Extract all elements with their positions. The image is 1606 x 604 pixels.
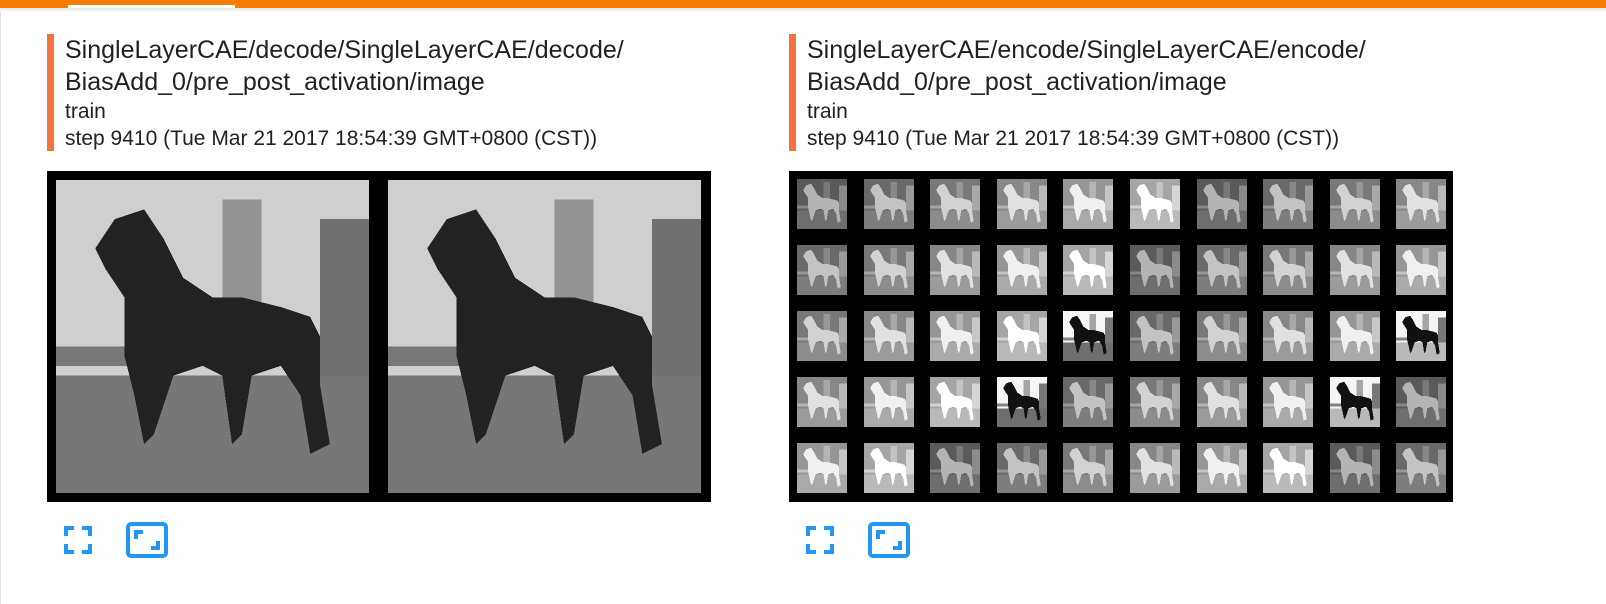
card-actions <box>804 521 910 559</box>
run-name: train <box>807 100 848 123</box>
feature-map-tile <box>864 245 914 295</box>
fullscreen-icon[interactable] <box>804 521 836 559</box>
card-title-line2: BiasAdd_0/pre_post_activation/image <box>807 68 1227 96</box>
fullscreen-icon[interactable] <box>62 521 94 559</box>
feature-map-tile <box>1263 443 1313 493</box>
step-info: step 9410 (Tue Mar 21 2017 18:54:39 GMT+… <box>65 127 598 150</box>
step-info: step 9410 (Tue Mar 21 2017 18:54:39 GMT+… <box>807 127 1340 150</box>
feature-map-tile <box>1063 179 1113 229</box>
feature-map-tile <box>864 443 914 493</box>
feature-map-tile <box>997 245 1047 295</box>
feature-map-tile <box>997 443 1047 493</box>
feature-map-tile <box>1130 179 1180 229</box>
feature-map-tile <box>1396 179 1446 229</box>
feature-map-tile <box>930 245 980 295</box>
feature-map-tile <box>1130 245 1180 295</box>
card-header: SingleLayerCAE/encode/SingleLayerCAE/enc… <box>789 34 1366 151</box>
feature-map-tile <box>1330 179 1380 229</box>
feature-map-tile <box>1396 377 1446 427</box>
feature-map-tile <box>930 179 980 229</box>
feature-map-tile <box>997 179 1047 229</box>
feature-map-tile <box>930 311 980 361</box>
feature-map-tile <box>930 377 980 427</box>
decoded-image-2 <box>388 180 701 493</box>
feature-map-tile <box>1396 245 1446 295</box>
feature-map-tile <box>864 179 914 229</box>
decoded-image-panel <box>47 171 711 502</box>
card-title-line1: SingleLayerCAE/encode/SingleLayerCAE/enc… <box>807 36 1366 64</box>
top-shadow <box>0 8 1606 12</box>
feature-map-tile <box>1197 179 1247 229</box>
feature-map-tile <box>1263 179 1313 229</box>
feature-map-tile <box>997 377 1047 427</box>
feature-map-tile <box>1263 311 1313 361</box>
left-divider <box>0 12 1 604</box>
encoded-feature-grid <box>789 171 1453 502</box>
feature-map-tile <box>1197 245 1247 295</box>
feature-map-tile <box>1197 443 1247 493</box>
card-actions <box>62 521 168 559</box>
feature-map-tile <box>1063 443 1113 493</box>
image-card-encode: SingleLayerCAE/encode/SingleLayerCAE/enc… <box>789 34 1453 558</box>
feature-map-tile <box>1063 377 1113 427</box>
decoded-image-1 <box>56 180 369 493</box>
feature-map-tile <box>997 311 1047 361</box>
feature-map-tile <box>1263 377 1313 427</box>
feature-map-tile <box>1197 311 1247 361</box>
feature-map-tile <box>1130 443 1180 493</box>
feature-map-tile <box>1130 311 1180 361</box>
feature-map-tile <box>1197 377 1247 427</box>
feature-map-tile <box>797 179 847 229</box>
run-name: train <box>65 100 106 123</box>
feature-map-tile <box>864 311 914 361</box>
feature-map-tile <box>1263 245 1313 295</box>
feature-map-tile <box>1330 377 1380 427</box>
feature-map-tile <box>1330 311 1380 361</box>
feature-map-tile <box>1130 377 1180 427</box>
feature-map-tile <box>1063 245 1113 295</box>
card-title-line2: BiasAdd_0/pre_post_activation/image <box>65 68 485 96</box>
feature-map-tile <box>1330 443 1380 493</box>
feature-map-tile <box>797 311 847 361</box>
feature-map-tile <box>1063 311 1113 361</box>
feature-map-tile <box>797 443 847 493</box>
feature-map-tile <box>864 377 914 427</box>
image-card-decode: SingleLayerCAE/decode/SingleLayerCAE/dec… <box>47 34 711 558</box>
top-accent-bar <box>0 0 1606 8</box>
feature-map-tile <box>797 377 847 427</box>
card-title-line1: SingleLayerCAE/decode/SingleLayerCAE/dec… <box>65 36 624 64</box>
feature-map-tile <box>930 443 980 493</box>
fit-image-icon[interactable] <box>868 521 910 559</box>
feature-map-tile <box>797 245 847 295</box>
feature-map-tile <box>1330 245 1380 295</box>
card-header: SingleLayerCAE/decode/SingleLayerCAE/dec… <box>47 34 624 151</box>
fit-image-icon[interactable] <box>126 521 168 559</box>
feature-map-tile <box>1396 311 1446 361</box>
feature-map-tile <box>1396 443 1446 493</box>
